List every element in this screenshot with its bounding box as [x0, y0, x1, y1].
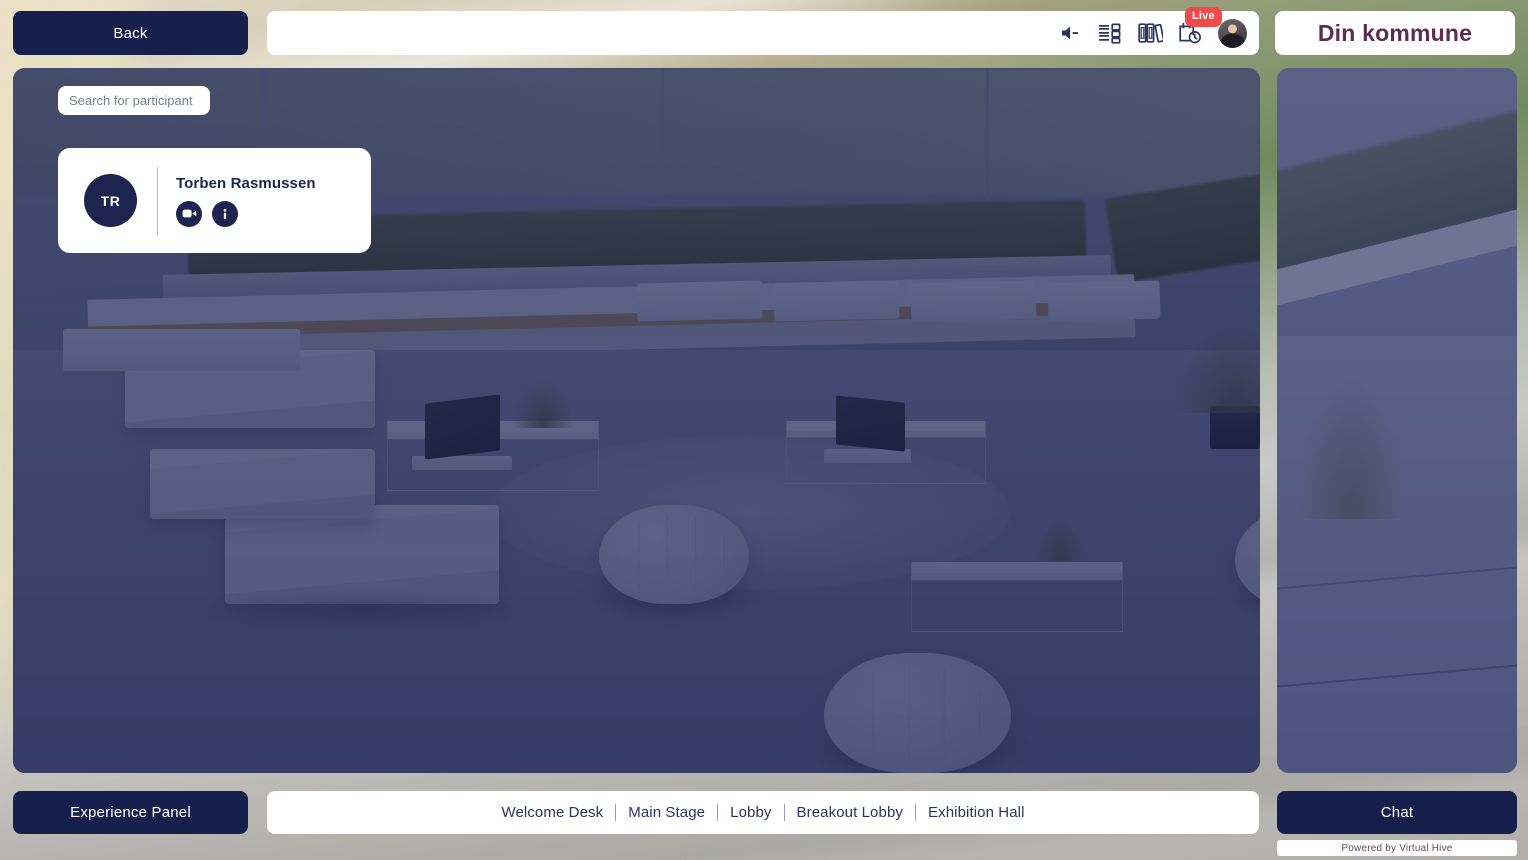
agenda-list-icon[interactable]: [1092, 15, 1128, 51]
card-divider: [157, 166, 158, 235]
library-books-icon[interactable]: [1132, 15, 1168, 51]
brand-bar: Din kommune: [1275, 11, 1515, 55]
participant-actions: [176, 200, 316, 227]
search-input[interactable]: [58, 86, 210, 115]
nav-link-lobby[interactable]: Lobby: [718, 804, 783, 821]
chat-panel-overlay: [1277, 68, 1517, 773]
profile-avatar[interactable]: [1218, 18, 1247, 48]
experience-panel-button[interactable]: Experience Panel: [13, 791, 248, 834]
virtual-event-app: Back Live Din kommune Search for partici…: [0, 0, 1528, 860]
nav-link-breakout-lobby[interactable]: Breakout Lobby: [785, 804, 915, 821]
participant-name: Torben Rasmussen: [176, 174, 316, 192]
avatar: TR: [84, 174, 137, 227]
schedule-live-icon[interactable]: Live: [1172, 7, 1222, 51]
powered-by-label: Powered by Virtual Hive: [1277, 840, 1517, 856]
nav-link-main-stage[interactable]: Main Stage: [616, 804, 717, 821]
participant-info: Torben Rasmussen: [176, 175, 316, 227]
chat-button[interactable]: Chat: [1277, 791, 1517, 834]
back-button[interactable]: Back: [13, 11, 248, 55]
nav-link-welcome-desk[interactable]: Welcome Desk: [489, 804, 615, 821]
live-badge: Live: [1185, 7, 1222, 27]
info-icon[interactable]: [212, 200, 238, 227]
room-navigation: Welcome Desk Main Stage Lobby Breakout L…: [267, 791, 1259, 834]
top-bar: Back Live Din kommune: [0, 7, 1528, 55]
volume-down-icon[interactable]: [1052, 15, 1088, 51]
chat-panel[interactable]: [1277, 68, 1517, 773]
toolbar: Live: [267, 7, 1259, 55]
participant-card[interactable]: TR Torben Rasmussen: [58, 148, 371, 253]
video-call-icon[interactable]: [176, 200, 202, 227]
brand-title: Din kommune: [1317, 19, 1473, 46]
nav-link-exhibition-hall[interactable]: Exhibition Hall: [916, 804, 1037, 821]
